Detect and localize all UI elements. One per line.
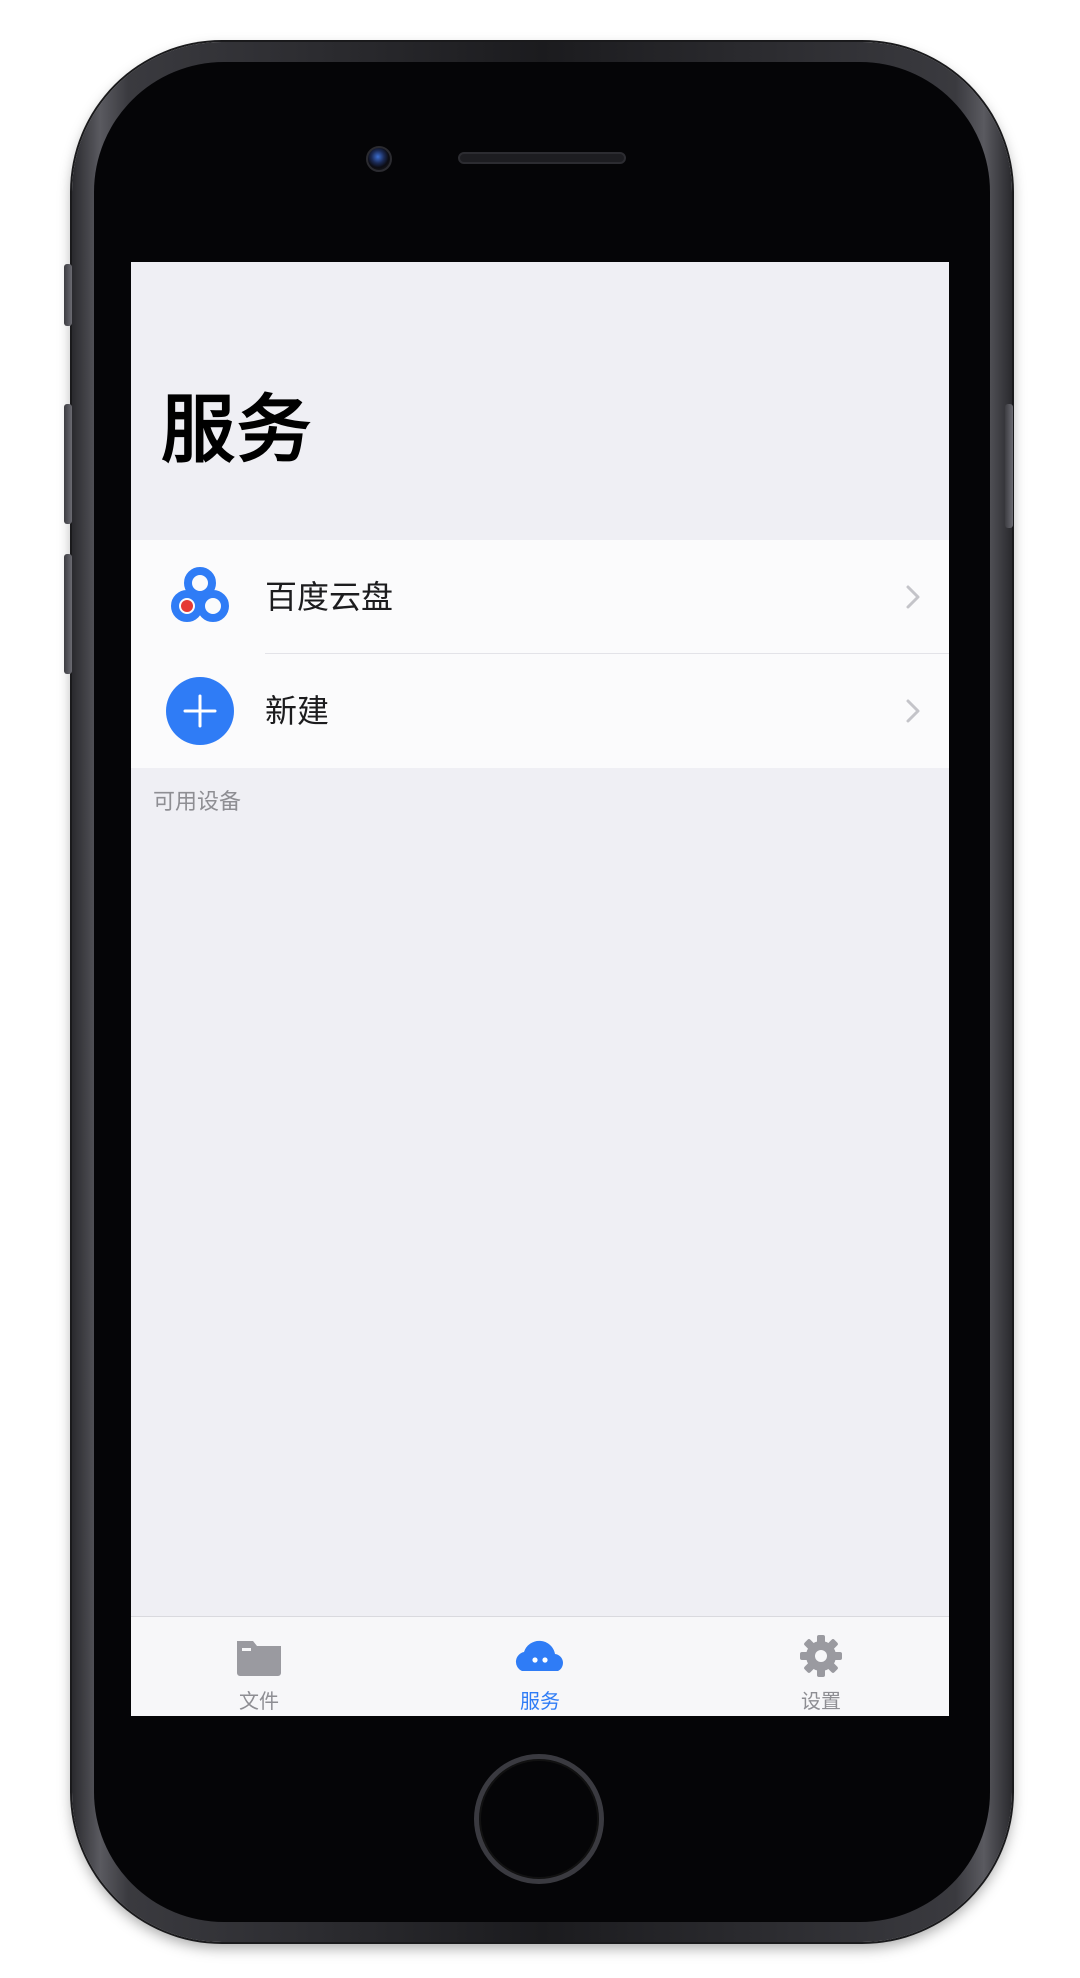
power-button xyxy=(1005,404,1013,528)
app-screen: 服务 百度云盘 新建 可用设备 文件 服务 设置 xyxy=(131,262,949,1716)
list-item-label: 百度云盘 xyxy=(265,578,394,616)
baidu-cloud-icon xyxy=(165,562,235,632)
volume-down-button xyxy=(64,554,72,674)
list-item-baidu-cloud[interactable]: 百度云盘 xyxy=(131,540,949,654)
tab-label: 服务 xyxy=(520,1689,560,1713)
home-button[interactable] xyxy=(474,1754,604,1884)
page-title: 服务 xyxy=(161,387,313,473)
tab-settings[interactable]: 设置 xyxy=(741,1617,901,1716)
cloud-icon xyxy=(515,1640,563,1671)
earpiece-speaker xyxy=(458,152,626,164)
services-list: 百度云盘 新建 xyxy=(131,540,949,768)
tab-files[interactable]: 文件 xyxy=(179,1617,339,1716)
tab-bar: 文件 服务 设置 xyxy=(131,1616,949,1716)
tab-label: 文件 xyxy=(239,1689,279,1713)
folder-icon xyxy=(237,1641,281,1676)
list-item-label: 新建 xyxy=(265,692,330,730)
plus-circle-icon xyxy=(165,676,235,746)
front-camera xyxy=(366,146,392,172)
chevron-right-icon xyxy=(906,585,920,609)
list-item-new[interactable]: 新建 xyxy=(131,654,949,768)
mute-switch xyxy=(64,264,72,326)
tab-label: 设置 xyxy=(801,1689,841,1713)
chevron-right-icon xyxy=(906,699,920,723)
tab-services[interactable]: 服务 xyxy=(460,1617,620,1716)
volume-up-button xyxy=(64,404,72,524)
gear-icon xyxy=(800,1635,842,1677)
section-footer: 可用设备 xyxy=(153,790,242,815)
